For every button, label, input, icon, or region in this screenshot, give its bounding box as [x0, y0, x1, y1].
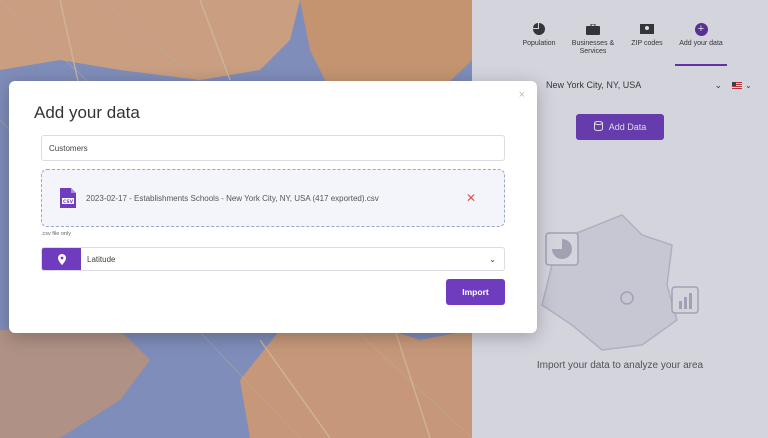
close-icon[interactable]: × [519, 89, 525, 101]
add-data-modal: × Add your data CSV 2023-02-17 - Establi… [9, 81, 537, 333]
chevron-down-icon: ⌄ [489, 254, 496, 264]
file-type-badge: CSV [63, 199, 74, 205]
remove-file-icon[interactable]: ✕ [466, 191, 476, 205]
column-select-value: Latitude [87, 254, 116, 264]
file-name: 2023-02-17 - Establishments Schools - Ne… [86, 193, 379, 203]
column-select[interactable]: Latitude ⌄ [81, 248, 504, 270]
csv-file-icon: CSV [60, 188, 76, 208]
import-button[interactable]: Import [446, 279, 505, 305]
dataset-name-input[interactable] [41, 135, 505, 161]
file-dropzone[interactable]: CSV 2023-02-17 - Establishments Schools … [41, 169, 505, 227]
column-mapping-row: Latitude ⌄ [41, 247, 505, 271]
location-pin-icon [42, 248, 81, 270]
modal-title: Add your data [34, 103, 140, 122]
file-type-hint: .csv file only [41, 231, 71, 237]
